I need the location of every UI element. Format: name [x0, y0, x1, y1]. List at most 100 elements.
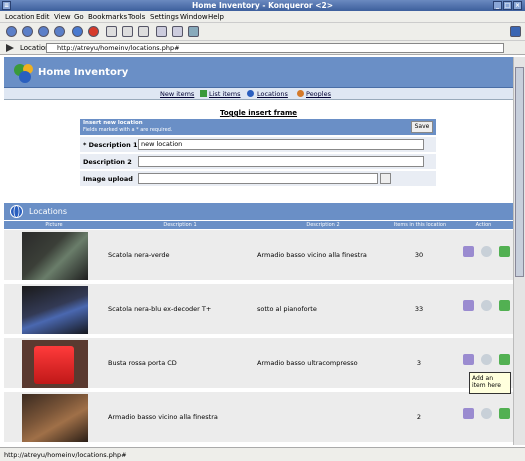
add-item-icon[interactable]: [499, 354, 510, 365]
view-icon[interactable]: [481, 246, 492, 257]
list-icon: [200, 90, 207, 97]
window-title: Home Inventory - Konqueror <2>: [192, 1, 333, 10]
table-row: Busta rossa porta CD Armadio basso ultra…: [4, 338, 513, 390]
row-items-count: 2: [416, 413, 422, 421]
col-action: Action: [475, 222, 492, 228]
window-titlebar: ≡ Home Inventory - Konqueror <2> _ □ ×: [0, 0, 525, 11]
view-icon[interactable]: [481, 300, 492, 311]
col-description-1: Description 1: [163, 222, 197, 228]
row-description-1: Armadio basso vicino alla finestra: [108, 413, 218, 421]
description-1-input[interactable]: new location: [138, 139, 424, 150]
vertical-scrollbar[interactable]: [513, 57, 525, 445]
edit-icon[interactable]: [463, 300, 474, 311]
row-items-count: 30: [414, 251, 424, 259]
print-icon[interactable]: [188, 26, 199, 37]
app-header: Home Inventory: [4, 57, 513, 88]
close-icon[interactable]: ×: [513, 1, 522, 10]
cut-icon[interactable]: [106, 26, 117, 37]
col-items-count: Items in this location: [393, 222, 447, 228]
url-input[interactable]: http://atreyu/homeinv/locations.php#: [46, 43, 504, 53]
location-picture[interactable]: [22, 394, 88, 442]
edit-icon[interactable]: [463, 354, 474, 365]
table-row: Armadio basso vicino alla finestra 2: [4, 392, 513, 444]
maximize-icon[interactable]: □: [503, 1, 512, 10]
form-heading: Insert new location: [83, 120, 143, 126]
toggle-insert-frame-link[interactable]: Toggle insert frame: [4, 109, 513, 117]
description-1-label: * Description 1: [83, 141, 138, 149]
row-items-count: 33: [414, 305, 424, 313]
form-row-description-1: * Description 1 new location: [80, 137, 436, 153]
location-picture[interactable]: [22, 232, 88, 280]
table-row: Scatola nera-verde Armadio basso vicino …: [4, 230, 513, 282]
menu-edit[interactable]: Edit: [36, 13, 50, 21]
forward-icon[interactable]: [38, 26, 49, 37]
status-text: http://atreyu/homeinv/locations.php#: [4, 451, 127, 459]
minimize-icon[interactable]: _: [493, 1, 502, 10]
konqueror-logo-icon: [510, 26, 521, 37]
view-icon[interactable]: [481, 354, 492, 365]
globe-icon: [10, 205, 23, 218]
locations-table-header: Picture Description 1 Description 2 Item…: [4, 220, 513, 229]
col-picture: Picture: [45, 222, 63, 228]
app-title: Home Inventory: [38, 67, 129, 78]
globe-icon: [247, 90, 254, 97]
nav-new-items[interactable]: New items: [160, 90, 194, 98]
row-description-2: sotto al pianoforte: [257, 305, 317, 313]
menu-settings[interactable]: Settings: [150, 13, 179, 21]
row-description-1: Scatola nera-blu ex-decoder T+: [108, 305, 212, 313]
row-description-2: Armadio basso vicino alla finestra: [257, 251, 367, 259]
row-description-2: Armadio basso ultracompresso: [257, 359, 358, 367]
save-button[interactable]: Save: [411, 121, 433, 133]
row-items-count: 3: [416, 359, 422, 367]
status-bar: http://atreyu/homeinv/locations.php#: [0, 447, 525, 461]
menu-view[interactable]: View: [54, 13, 71, 21]
menu-location[interactable]: Location: [5, 13, 35, 21]
view-icon[interactable]: [481, 408, 492, 419]
home-icon[interactable]: [54, 26, 65, 37]
table-row: Scatola nera-blu ex-decoder T+ sotto al …: [4, 284, 513, 336]
edit-icon[interactable]: [463, 408, 474, 419]
location-picture[interactable]: [22, 340, 88, 388]
paste-icon[interactable]: [138, 26, 149, 37]
form-row-description-2: Description 2: [80, 154, 436, 170]
locations-title: Locations: [29, 207, 68, 216]
add-item-icon[interactable]: [499, 408, 510, 419]
menu-bar: Location Edit View Go Bookmarks Tools Se…: [0, 11, 525, 23]
stop-icon[interactable]: [88, 26, 99, 37]
location-picture[interactable]: [22, 286, 88, 334]
image-upload-input[interactable]: [138, 173, 378, 184]
app-nav: New items List items Locations Peoples: [4, 88, 513, 100]
clear-location-icon[interactable]: [6, 44, 14, 52]
form-note: Fields marked with a * are required.: [83, 127, 173, 133]
menu-bookmarks[interactable]: Bookmarks: [88, 13, 127, 21]
form-header: Insert new location Fields marked with a…: [80, 119, 436, 135]
location-bar: Location: http://atreyu/homeinv/location…: [0, 41, 525, 55]
zoom-in-icon[interactable]: [156, 26, 167, 37]
edit-icon[interactable]: [463, 246, 474, 257]
menu-help[interactable]: Help: [208, 13, 224, 21]
scrollbar-thumb[interactable]: [515, 67, 524, 277]
menu-window[interactable]: Window: [180, 13, 208, 21]
copy-icon[interactable]: [122, 26, 133, 37]
row-description-1: Scatola nera-verde: [108, 251, 170, 259]
up-icon[interactable]: [6, 26, 17, 37]
menu-tools[interactable]: Tools: [128, 13, 145, 21]
reload-icon[interactable]: [72, 26, 83, 37]
locations-header: Locations: [4, 203, 513, 220]
form-row-image-upload: Image upload: [80, 171, 436, 187]
browse-file-button[interactable]: [380, 173, 391, 184]
back-icon[interactable]: [22, 26, 33, 37]
insert-location-form: Insert new location Fields marked with a…: [80, 119, 436, 193]
add-item-icon[interactable]: [499, 246, 510, 257]
menu-go[interactable]: Go: [74, 13, 84, 21]
main-toolbar: [0, 23, 525, 41]
app-logo-icon: [14, 64, 33, 83]
people-icon: [297, 90, 304, 97]
zoom-out-icon[interactable]: [172, 26, 183, 37]
nav-locations[interactable]: Locations: [257, 90, 288, 98]
nav-peoples[interactable]: Peoples: [306, 90, 331, 98]
nav-list-items[interactable]: List items: [209, 90, 241, 98]
add-item-icon[interactable]: [499, 300, 510, 311]
description-2-input[interactable]: [138, 156, 424, 167]
web-page: Home Inventory New items List items Loca…: [4, 57, 513, 444]
